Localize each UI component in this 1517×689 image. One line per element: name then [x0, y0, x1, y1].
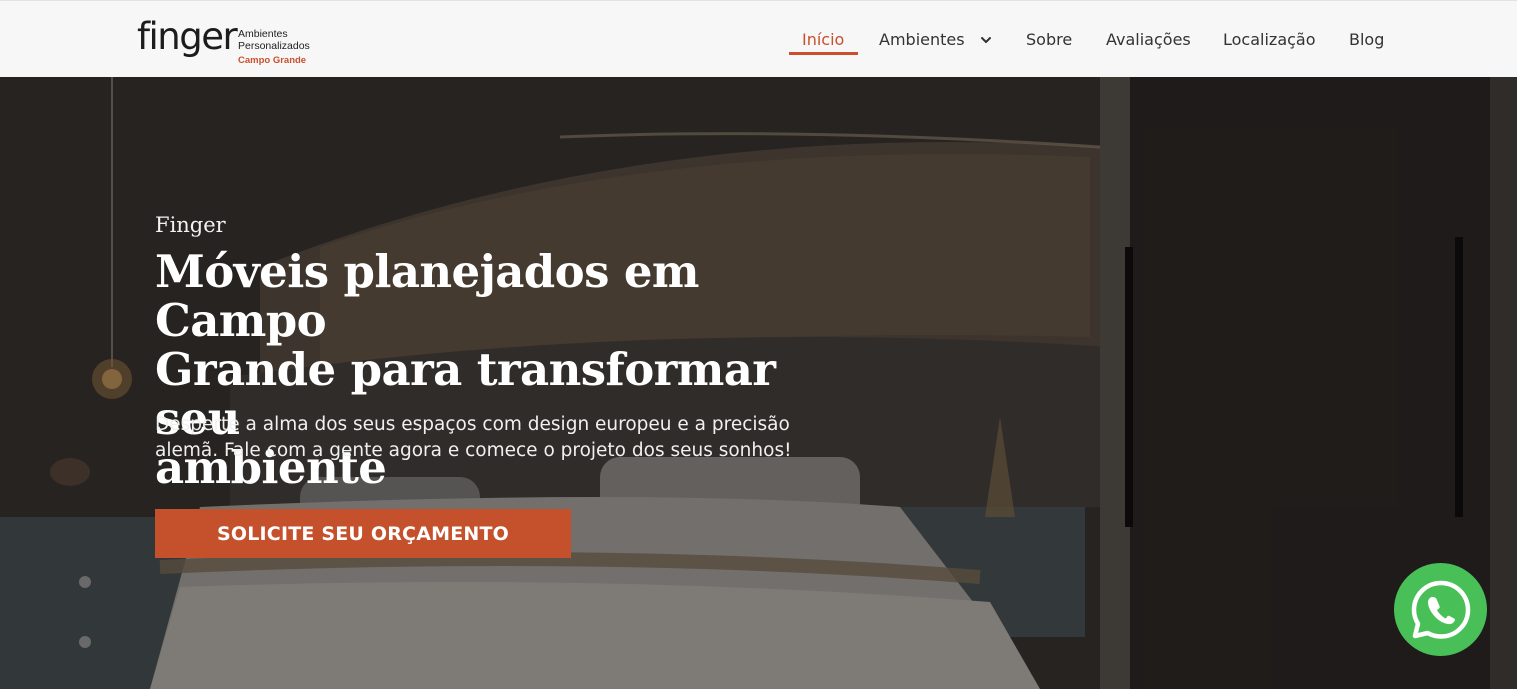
hero-eyebrow: Finger: [155, 213, 226, 237]
whatsapp-icon: [1411, 580, 1470, 639]
nav-item-inicio[interactable]: Início: [802, 29, 844, 51]
site-header: finger Ambientes Personalizados Campo Gr…: [0, 0, 1517, 77]
hero-subtext: Desperte a alma dos seus espaços com des…: [155, 412, 855, 464]
hero-headline-line: Móveis planejados em Campo: [155, 245, 700, 347]
logo[interactable]: finger Ambientes Personalizados Campo Gr…: [137, 15, 327, 71]
nav-item-localizacao[interactable]: Localização: [1223, 29, 1316, 51]
hero-subtext-line: alemã. Fale com a gente agora e comece o…: [155, 440, 792, 461]
nav-item-blog[interactable]: Blog: [1349, 29, 1384, 51]
nav-item-sobre[interactable]: Sobre: [1026, 29, 1072, 51]
nav-active-indicator: [789, 52, 858, 55]
logo-wordmark: finger: [137, 15, 238, 58]
nav-item-ambientes[interactable]: Ambientes: [879, 29, 965, 51]
logo-tagline-line1: Ambientes: [238, 28, 288, 40]
nav-item-avaliacoes[interactable]: Avaliações: [1106, 29, 1191, 51]
whatsapp-button[interactable]: [1394, 563, 1487, 656]
hero-section: Finger Móveis planejados em Campo Grande…: [0, 77, 1517, 689]
logo-city: Campo Grande: [238, 55, 307, 66]
chevron-down-icon[interactable]: [980, 34, 992, 46]
logo-tagline-line2: Personalizados: [238, 40, 310, 52]
request-quote-button[interactable]: SOLICITE SEU ORÇAMENTO: [155, 509, 571, 558]
hero-subtext-line: Desperte a alma dos seus espaços com des…: [155, 414, 790, 435]
